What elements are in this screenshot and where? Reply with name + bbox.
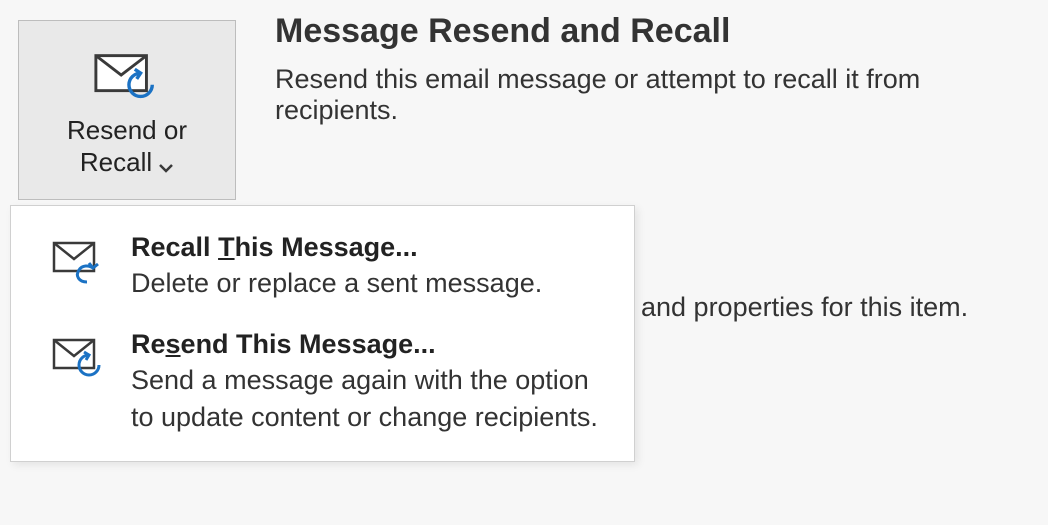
- menu-item-title: Recall This Message...: [131, 232, 604, 263]
- resend-this-message-item[interactable]: Resend This Message... Send a message ag…: [11, 315, 634, 449]
- resend-or-recall-button[interactable]: Resend or Recall: [18, 20, 236, 200]
- background-text-fragment: and properties for this item.: [641, 292, 968, 323]
- envelope-resend-icon: [51, 335, 107, 383]
- section-subtitle: Resend this email message or attempt to …: [275, 64, 1048, 126]
- section-title: Message Resend and Recall: [275, 12, 730, 51]
- envelope-recall-icon: [51, 238, 107, 286]
- recall-this-message-item[interactable]: Recall This Message... Delete or replace…: [11, 218, 634, 315]
- menu-item-description: Send a message again with the option to …: [131, 362, 604, 435]
- menu-item-description: Delete or replace a sent message.: [131, 265, 604, 301]
- menu-item-title: Resend This Message...: [131, 329, 604, 360]
- resend-recall-dropdown: Recall This Message... Delete or replace…: [10, 205, 635, 462]
- chevron-down-icon: [158, 148, 174, 181]
- ribbon-button-label: Resend or Recall: [67, 114, 187, 181]
- envelope-resend-icon: [92, 50, 162, 106]
